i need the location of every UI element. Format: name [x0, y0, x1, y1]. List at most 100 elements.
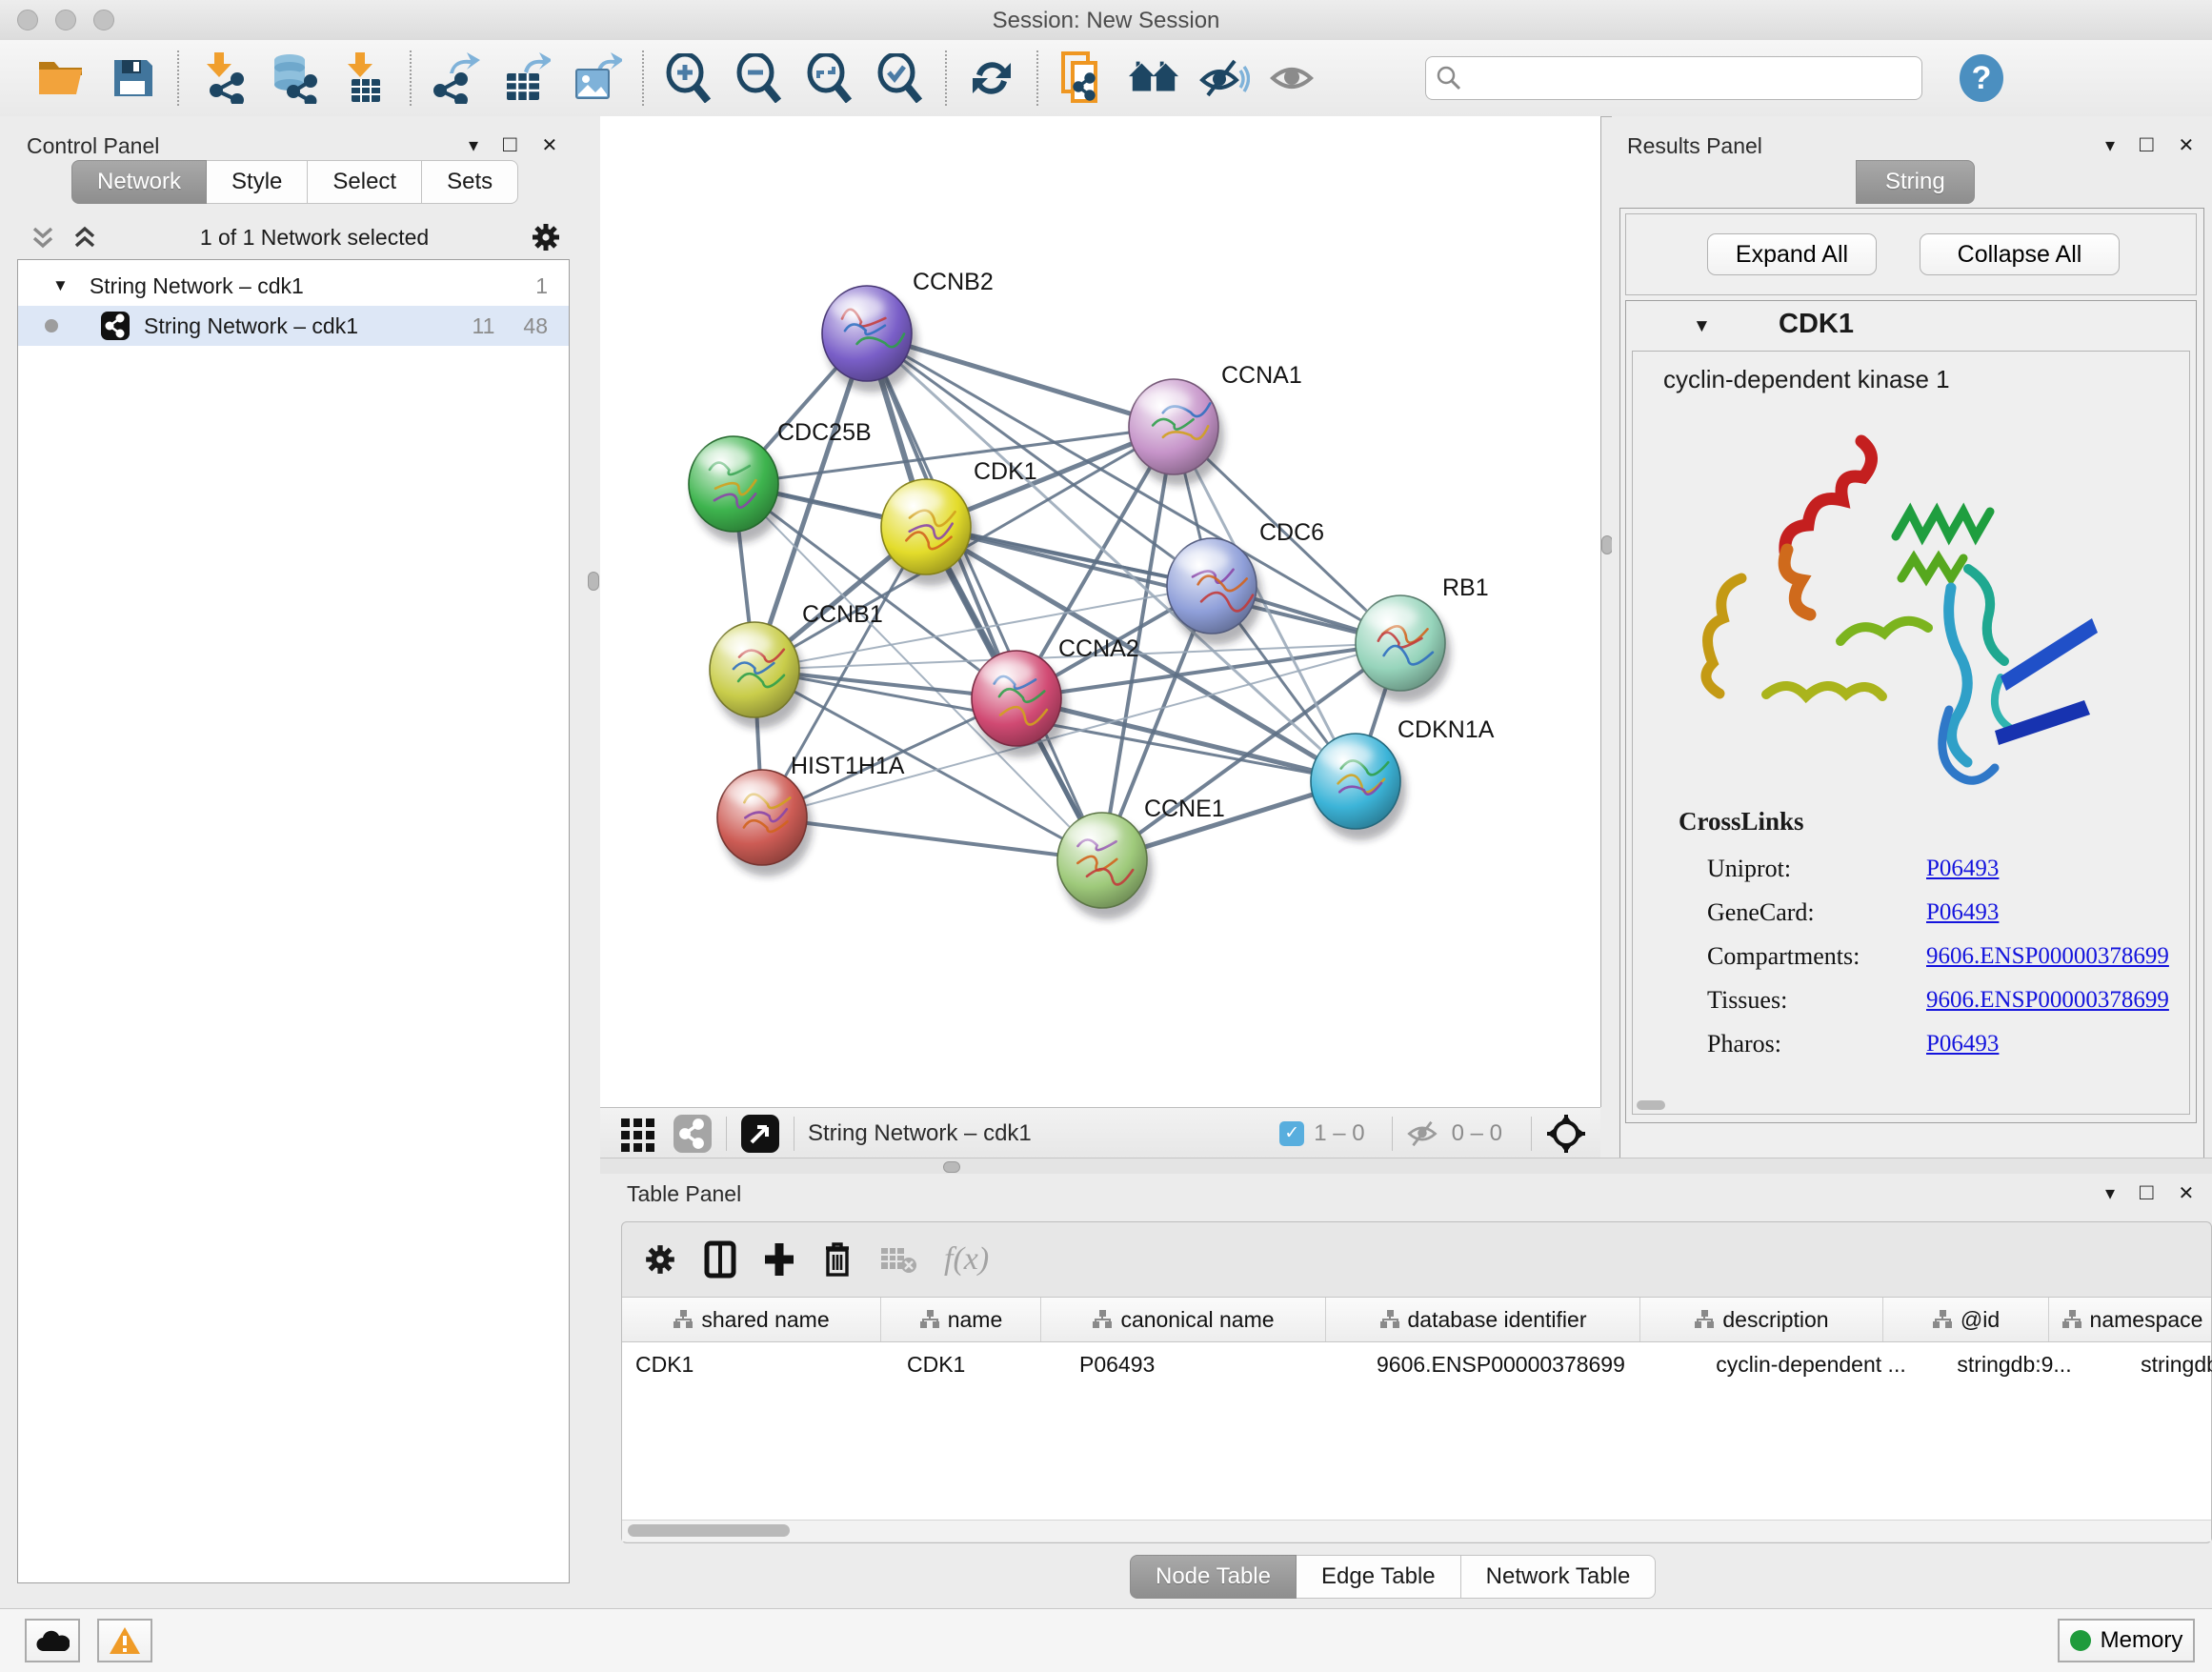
home-layout-button[interactable] [1127, 51, 1180, 105]
selected-checkbox-icon[interactable]: ✓ [1279, 1121, 1304, 1146]
save-session-button[interactable] [106, 51, 159, 105]
zoom-fit-button[interactable] [803, 51, 856, 105]
tab-select[interactable]: Select [308, 160, 422, 204]
table-settings-button[interactable] [643, 1242, 677, 1277]
crosslink-link[interactable]: P06493 [1926, 856, 1999, 882]
tree-expand-icon[interactable]: ▼ [52, 276, 69, 295]
horizontal-splitter[interactable] [600, 1158, 2212, 1175]
column-header-namespace[interactable]: namespace [2049, 1298, 2212, 1341]
node-gloss [890, 489, 943, 514]
protein-collapse-icon[interactable]: ▼ [1693, 316, 1711, 337]
tab-network-table[interactable]: Network Table [1461, 1555, 1657, 1599]
left-splitter-handle[interactable] [588, 572, 599, 591]
gear-icon[interactable] [530, 221, 562, 253]
network-canvas[interactable]: CCNB2CCNA1CDC25BCDK1CDC6RB1CCNB1CCNA2CDK… [600, 116, 1601, 1107]
crosslink-link[interactable]: P06493 [1926, 1031, 1999, 1058]
column-header-canonical-name[interactable]: canonical name [1041, 1298, 1326, 1341]
column-header-name[interactable]: name [881, 1298, 1041, 1341]
export-table-button[interactable] [500, 51, 553, 105]
panel-float-icon[interactable]: □ [2140, 131, 2154, 158]
tab-string[interactable]: String [1856, 160, 1975, 204]
import-from-database-button[interactable] [268, 51, 321, 105]
warnings-button[interactable] [97, 1619, 152, 1662]
column-header-database-identifier[interactable]: database identifier [1326, 1298, 1640, 1341]
panel-float-icon[interactable]: □ [2140, 1179, 2154, 1206]
tab-edge-table[interactable]: Edge Table [1297, 1555, 1461, 1599]
apply-style-button[interactable] [965, 51, 1018, 105]
tab-network[interactable]: Network [71, 160, 207, 204]
table-cell[interactable]: stringdb:9... [1932, 1342, 2097, 1386]
table-cell[interactable]: cyclin-dependent ... [1690, 1342, 1932, 1386]
table-panel-title: Table Panel [627, 1181, 741, 1207]
column-header--id[interactable]: @id [1883, 1298, 2049, 1341]
zoom-out-button[interactable] [733, 51, 786, 105]
table-cell[interactable]: CDK1 [622, 1342, 894, 1386]
table-row[interactable]: CDK1CDK1P064939606.ENSP00000378699cyclin… [622, 1342, 2211, 1386]
network-collection-row[interactable]: ▼ String Network – cdk1 1 [18, 260, 569, 306]
string-panel-toggle-icon[interactable] [673, 1114, 713, 1154]
expand-all-icon[interactable] [70, 223, 99, 252]
import-network-button[interactable] [197, 51, 251, 105]
network-row-selected[interactable]: String Network – cdk1 11 48 [18, 306, 569, 346]
protein-name: CDK1 [1779, 309, 1854, 340]
table-cell[interactable]: stringdb [2097, 1342, 2212, 1386]
panel-menu-icon[interactable]: ▾ [2105, 133, 2115, 157]
delete-table-button[interactable] [879, 1244, 917, 1275]
collapse-all-icon[interactable] [29, 223, 57, 252]
hide-panel-button[interactable] [1197, 51, 1251, 105]
table-hscrollbar-thumb[interactable] [628, 1524, 790, 1537]
tab-style[interactable]: Style [207, 160, 308, 204]
table-hscrollbar[interactable] [622, 1520, 2211, 1541]
panel-close-icon[interactable]: ✕ [2179, 1181, 2195, 1205]
show-panel-button[interactable] [1268, 51, 1321, 105]
duplicate-network-button[interactable] [1056, 51, 1110, 105]
delete-column-button[interactable] [822, 1240, 853, 1279]
open-in-window-icon[interactable] [740, 1114, 780, 1154]
table-cell[interactable]: CDK1 [894, 1342, 1066, 1386]
crosshair-icon[interactable] [1545, 1113, 1587, 1155]
expand-all-button[interactable]: Expand All [1707, 233, 1877, 275]
help-button[interactable]: ? [1955, 51, 2008, 105]
column-header-description[interactable]: description [1640, 1298, 1883, 1341]
column-header-shared-name[interactable]: shared name [622, 1298, 881, 1341]
open-session-button[interactable] [35, 51, 89, 105]
tab-node-table[interactable]: Node Table [1130, 1555, 1297, 1599]
edge-HIST1H1A-RB1[interactable] [762, 643, 1400, 817]
node-gloss [726, 779, 779, 804]
cloud-status-button[interactable] [25, 1619, 80, 1662]
collapse-all-button[interactable]: Collapse All [1920, 233, 2120, 275]
tab-sets[interactable]: Sets [422, 160, 518, 204]
search-input[interactable] [1462, 65, 1912, 91]
table-empty-area [622, 1386, 2211, 1520]
gear-icon [643, 1242, 677, 1277]
horizontal-splitter-handle[interactable] [943, 1161, 960, 1173]
export-image-button[interactable] [571, 51, 624, 105]
panel-float-icon[interactable]: □ [503, 131, 517, 158]
edge-CCNB2-CCNE1[interactable] [867, 333, 1102, 860]
toolbar-separator [410, 50, 412, 106]
panel-close-icon[interactable]: ✕ [2179, 133, 2195, 157]
network-collection-label: String Network – cdk1 [90, 273, 304, 299]
zoom-selected-button[interactable] [874, 51, 927, 105]
table-cell[interactable]: 9606.ENSP00000378699 [1363, 1342, 1690, 1386]
function-builder-button[interactable]: f(x) [944, 1241, 989, 1278]
show-columns-button[interactable] [704, 1240, 736, 1279]
export-network-button[interactable] [430, 51, 483, 105]
add-column-button[interactable] [763, 1241, 795, 1278]
import-table-button[interactable] [338, 51, 392, 105]
birdseye-grid-icon[interactable] [619, 1115, 657, 1153]
panel-menu-icon[interactable]: ▾ [469, 133, 478, 157]
table-cell[interactable]: P06493 [1066, 1342, 1363, 1386]
results-scrollbar-thumb[interactable] [1637, 1100, 1665, 1110]
application-window: Session: New Session [0, 0, 2212, 1671]
ribbon-stroke [1901, 558, 1963, 578]
panel-close-icon[interactable]: ✕ [542, 133, 558, 157]
crosslink-link[interactable]: 9606.ENSP00000378699 [1926, 943, 2169, 970]
crosslink-link[interactable]: P06493 [1926, 899, 1999, 926]
statusbar-separator [1531, 1117, 1532, 1151]
crosslink-link[interactable]: 9606.ENSP00000378699 [1926, 987, 2169, 1014]
zoom-in-button[interactable] [662, 51, 715, 105]
edge-HIST1H1A-CCNE1[interactable] [762, 817, 1102, 860]
panel-menu-icon[interactable]: ▾ [2105, 1181, 2115, 1205]
memory-button[interactable]: Memory [2058, 1619, 2195, 1662]
